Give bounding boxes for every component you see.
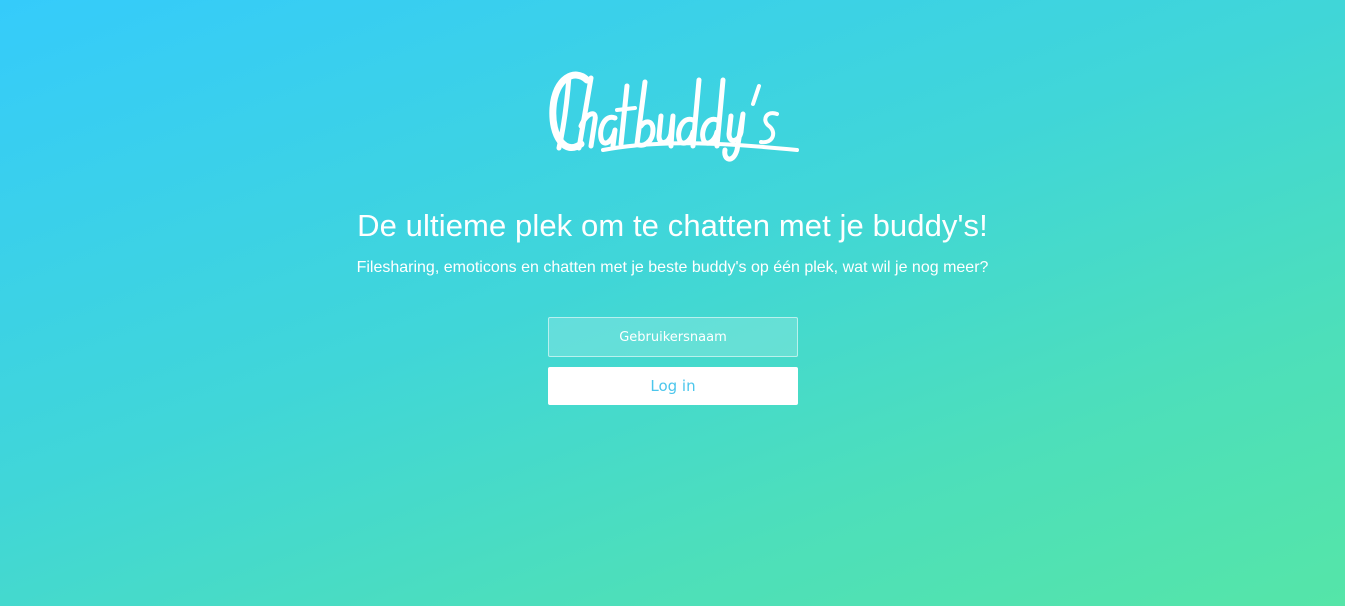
page-subheadline: Filesharing, emoticons en chatten met je…: [356, 259, 989, 276]
page-headline: De ultieme plek om te chatten met je bud…: [357, 208, 988, 243]
chatbuddys-logo: [547, 64, 801, 164]
landing-page: De ultieme plek om te chatten met je bud…: [0, 0, 1345, 606]
login-form: Log in: [548, 317, 798, 405]
username-input[interactable]: [548, 317, 798, 357]
login-button[interactable]: Log in: [548, 367, 798, 405]
